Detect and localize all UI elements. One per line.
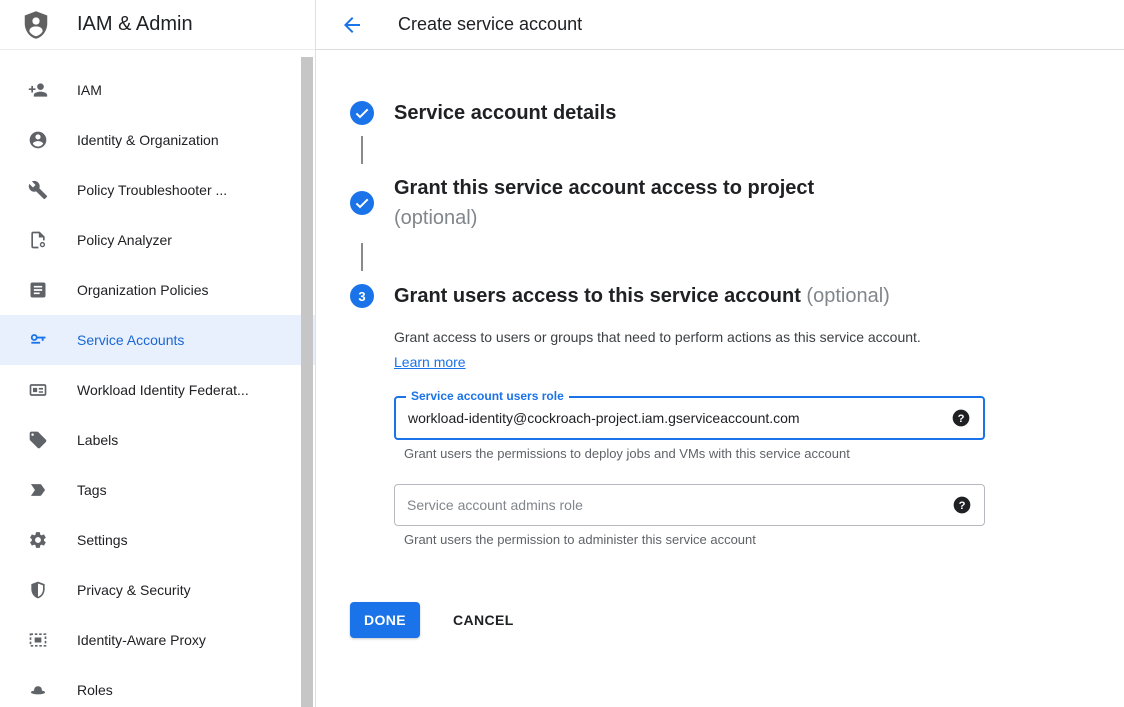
- policy-analyzer-icon: [28, 230, 48, 250]
- check-circle-icon: [350, 101, 374, 125]
- step-connector: [361, 136, 363, 164]
- sidebar-item-label: Settings: [77, 532, 128, 548]
- step-3-description: Grant access to users or groups that nee…: [394, 325, 950, 375]
- shield-icon: [28, 580, 48, 600]
- person-add-icon: [28, 80, 48, 100]
- sidebar-item-label: Privacy & Security: [77, 582, 191, 598]
- back-button[interactable]: [340, 13, 364, 37]
- sidebar-item-label: Organization Policies: [77, 282, 209, 298]
- step-connector: [361, 243, 363, 271]
- sidebar-nav: IAM Identity & Organization Policy Troub…: [0, 50, 315, 707]
- sidebar-item-settings[interactable]: Settings: [0, 515, 315, 565]
- users-role-input[interactable]: [396, 398, 983, 438]
- admins-role-field: ?: [394, 484, 985, 526]
- main-content: Create service account Service account d…: [316, 0, 1124, 707]
- help-icon: ?: [952, 495, 972, 515]
- sidebar-item-service-accounts[interactable]: Service Accounts: [0, 315, 315, 365]
- svg-text:?: ?: [959, 500, 966, 512]
- step-1-title: Service account details: [394, 98, 616, 128]
- sidebar: IAM & Admin IAM Identity & Organization …: [0, 0, 316, 707]
- learn-more-link[interactable]: Learn more: [394, 354, 466, 370]
- account-circle-icon: [28, 130, 48, 150]
- admins-role-help-button[interactable]: ?: [952, 495, 972, 515]
- shield-person-icon: [21, 10, 51, 40]
- sidebar-item-labels[interactable]: Labels: [0, 415, 315, 465]
- sidebar-item-label: Policy Troubleshooter ...: [77, 182, 227, 198]
- done-button[interactable]: DONE: [350, 602, 420, 638]
- sidebar-item-label: Labels: [77, 432, 118, 448]
- svg-text:?: ?: [958, 413, 965, 425]
- label-icon: [28, 430, 48, 450]
- sidebar-item-label: IAM: [77, 82, 102, 98]
- id-card-icon: [28, 380, 48, 400]
- check-circle-icon: [350, 191, 374, 215]
- sidebar-item-policy-analyzer[interactable]: Policy Analyzer: [0, 215, 315, 265]
- step-3-title: Grant users access to this service accou…: [394, 281, 890, 311]
- sidebar-item-label: Identity & Organization: [77, 132, 219, 148]
- hat-icon: [28, 680, 48, 700]
- step-3-body: Grant access to users or groups that nee…: [394, 325, 1124, 547]
- users-role-help-button[interactable]: ?: [951, 408, 971, 428]
- cancel-button[interactable]: CANCEL: [453, 612, 514, 628]
- sidebar-item-tags[interactable]: Tags: [0, 465, 315, 515]
- sidebar-header: IAM & Admin: [0, 0, 315, 50]
- sidebar-item-identity-organization[interactable]: Identity & Organization: [0, 115, 315, 165]
- form-actions: DONE CANCEL: [350, 602, 1124, 638]
- org-policies-icon: [28, 280, 48, 300]
- sidebar-item-privacy-security[interactable]: Privacy & Security: [0, 565, 315, 615]
- step-3-optional-label: (optional): [806, 285, 889, 307]
- step-1-row: Service account details: [350, 98, 1124, 128]
- app-root: IAM & Admin IAM Identity & Organization …: [0, 0, 1124, 707]
- page-title: Create service account: [398, 14, 582, 35]
- step-3-number-badge: 3: [350, 284, 374, 308]
- back-arrow-icon: [340, 13, 364, 37]
- wrench-icon: [28, 180, 48, 200]
- service-account-key-icon: [28, 330, 48, 350]
- sidebar-item-organization-policies[interactable]: Organization Policies: [0, 265, 315, 315]
- sidebar-item-label: Identity-Aware Proxy: [77, 632, 206, 648]
- create-service-account-form: Service account details Grant this servi…: [316, 50, 1124, 638]
- step-2-optional-label: (optional): [394, 203, 814, 233]
- sidebar-item-workload-identity-federation[interactable]: Workload Identity Federat...: [0, 365, 315, 415]
- sidebar-item-label: Service Accounts: [77, 332, 184, 348]
- topbar: Create service account: [316, 0, 1124, 50]
- proxy-icon: [28, 630, 48, 650]
- step-2-title: Grant this service account access to pro…: [394, 173, 814, 233]
- tag-icon: [28, 480, 48, 500]
- step-2-title-text: Grant this service account access to pro…: [394, 173, 814, 203]
- step-2-row: Grant this service account access to pro…: [350, 173, 1124, 233]
- sidebar-item-identity-aware-proxy[interactable]: Identity-Aware Proxy: [0, 615, 315, 665]
- users-role-helper-text: Grant users the permissions to deploy jo…: [404, 446, 1124, 461]
- sidebar-item-policy-troubleshooter[interactable]: Policy Troubleshooter ...: [0, 165, 315, 215]
- users-role-field-label: Service account users role: [406, 389, 569, 403]
- step-3-title-text: Grant users access to this service accou…: [394, 285, 801, 307]
- users-role-field: Service account users role ?: [394, 396, 985, 440]
- sidebar-item-label: Policy Analyzer: [77, 232, 172, 248]
- sidebar-item-label: Workload Identity Federat...: [77, 382, 249, 398]
- admins-role-helper-text: Grant users the permission to administer…: [404, 532, 1124, 547]
- sidebar-scrollbar[interactable]: [301, 57, 313, 707]
- sidebar-item-iam[interactable]: IAM: [0, 65, 315, 115]
- sidebar-item-label: Tags: [77, 482, 107, 498]
- description-text: Grant access to users or groups that nee…: [394, 329, 921, 345]
- product-name: IAM & Admin: [77, 13, 193, 36]
- sidebar-item-roles[interactable]: Roles: [0, 665, 315, 707]
- sidebar-item-label: Roles: [77, 682, 113, 698]
- help-icon: ?: [951, 408, 971, 428]
- step-3-row: 3 Grant users access to this service acc…: [350, 281, 1124, 311]
- gear-icon: [28, 530, 48, 550]
- admins-role-input[interactable]: [395, 485, 984, 525]
